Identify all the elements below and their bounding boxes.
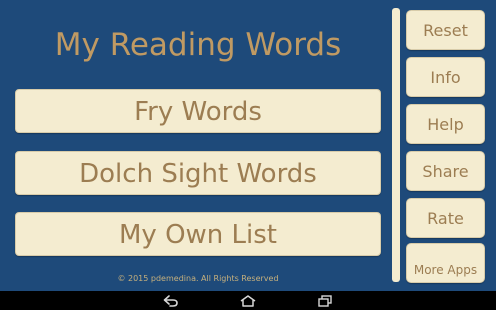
rate-button[interactable]: Rate (406, 198, 485, 238)
back-icon[interactable] (160, 293, 182, 308)
info-button[interactable]: Info (406, 57, 485, 97)
app-screen: My Reading Words Fry Words Dolch Sight W… (0, 0, 496, 310)
reset-button[interactable]: Reset (406, 10, 485, 50)
sidebar-divider (392, 8, 400, 282)
my-own-list-button[interactable]: My Own List (15, 212, 381, 256)
home-icon[interactable] (237, 293, 259, 308)
app-title: My Reading Words (54, 27, 342, 63)
recent-apps-icon[interactable] (314, 293, 336, 308)
system-navigation-bar (0, 291, 496, 310)
share-button[interactable]: Share (406, 151, 485, 191)
more-apps-button[interactable]: More Apps (406, 243, 485, 283)
fry-words-button[interactable]: Fry Words (15, 89, 381, 133)
copyright-text: © 2015 pdemedina. All Rights Reserved (117, 274, 279, 283)
help-button[interactable]: Help (406, 104, 485, 144)
dolch-sight-words-button[interactable]: Dolch Sight Words (15, 151, 381, 195)
